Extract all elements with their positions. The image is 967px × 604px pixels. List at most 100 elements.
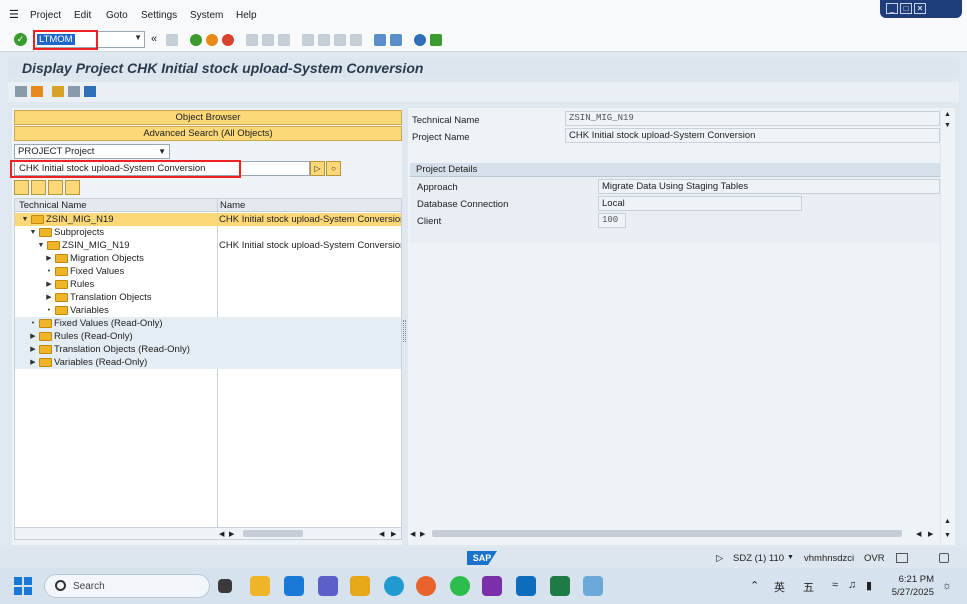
scroll-down-icon[interactable]: ▼ xyxy=(944,122,951,129)
column-name[interactable]: Name xyxy=(220,200,245,211)
sap-gui-icon[interactable] xyxy=(350,576,370,596)
chevron-down-icon[interactable]: ▼ xyxy=(158,145,166,158)
clock[interactable]: 6:21 PM 5/27/2025 xyxy=(888,573,934,599)
search-options-icon[interactable]: ○ xyxy=(326,161,341,176)
windows-start-icon[interactable] xyxy=(14,577,32,595)
scroll-left-icon[interactable]: ◀ xyxy=(410,530,415,538)
exit-icon[interactable] xyxy=(206,34,218,46)
wifi-icon[interactable]: ≈ xyxy=(832,579,838,591)
restore-icon[interactable]: □ xyxy=(900,3,912,14)
find-icon[interactable] xyxy=(262,34,274,46)
ime-mode[interactable]: 五 xyxy=(803,579,814,595)
scroll-left-icon[interactable]: ◀ xyxy=(379,530,384,538)
chevron-down-icon[interactable]: ▼ xyxy=(37,239,45,252)
hierarchy-icon[interactable] xyxy=(48,180,63,195)
search-icon[interactable]: ▷ xyxy=(310,161,325,176)
scroll-thumb[interactable] xyxy=(243,530,303,537)
project-name-field[interactable]: CHK Initial stock upload-System Conversi… xyxy=(565,128,940,143)
app-icon[interactable] xyxy=(416,576,436,596)
table-icon[interactable] xyxy=(68,86,80,97)
taskbar-search[interactable]: Search xyxy=(44,574,210,598)
tree-row-rules[interactable]: ▶ Rules xyxy=(15,278,401,291)
menu-help[interactable]: Help xyxy=(236,10,257,21)
expand-all-icon[interactable] xyxy=(14,180,29,195)
collapse-all-icon[interactable] xyxy=(31,180,46,195)
tree-row-fixed-values-ro[interactable]: • Fixed Values (Read-Only) xyxy=(15,317,401,330)
volume-icon[interactable]: ♫ xyxy=(848,579,856,591)
battery-icon[interactable]: ▮ xyxy=(866,579,872,592)
vertical-scrollbar[interactable]: ▲ ▼ ▲ ▼ xyxy=(941,108,955,545)
scroll-thumb[interactable] xyxy=(432,530,902,537)
info-icon[interactable] xyxy=(84,86,96,97)
input-mode[interactable]: OVR xyxy=(864,553,885,564)
customize-layout-icon[interactable] xyxy=(430,34,442,46)
ime-indicator[interactable]: 英 xyxy=(774,579,785,595)
object-browser-button[interactable]: Object Browser xyxy=(14,110,402,125)
enter-icon[interactable]: ✓ xyxy=(14,33,27,46)
change-display-icon[interactable] xyxy=(15,86,27,97)
column-technical-name[interactable]: Technical Name xyxy=(19,200,87,211)
close-icon[interactable]: ✕ xyxy=(914,3,926,14)
help-icon[interactable] xyxy=(414,34,426,46)
tree-row-variables[interactable]: • Variables xyxy=(15,304,401,317)
chevron-right-icon[interactable]: ▶ xyxy=(29,330,37,343)
tree-row-rules-ro[interactable]: ▶ Rules (Read-Only) xyxy=(15,330,401,343)
tree-row-translation-objects-ro[interactable]: ▶ Translation Objects (Read-Only) xyxy=(15,343,401,356)
notification-icon[interactable]: ☼ xyxy=(942,580,952,592)
layout-icon[interactable] xyxy=(896,553,908,563)
details-horizontal-scrollbar[interactable]: ◀ ▶ ◀ ▶ xyxy=(408,528,940,540)
scroll-left-icon[interactable]: ◀ xyxy=(219,530,224,538)
back-icon[interactable] xyxy=(190,34,202,46)
scroll-right-icon[interactable]: ▶ xyxy=(420,530,425,538)
wechat-icon[interactable] xyxy=(450,576,470,596)
excel-icon[interactable] xyxy=(550,576,570,596)
menu-edit[interactable]: Edit xyxy=(74,10,91,21)
scroll-down-icon[interactable]: ▼ xyxy=(944,532,951,539)
tree-row-variables-ro[interactable]: ▶ Variables (Read-Only) xyxy=(15,356,401,369)
system-info[interactable]: SDZ (1) 110 xyxy=(733,553,784,564)
approach-field[interactable]: Migrate Data Using Staging Tables xyxy=(598,179,940,194)
outlook-icon[interactable] xyxy=(516,576,536,596)
find-next-icon[interactable] xyxy=(278,34,290,46)
menu-icon[interactable]: ☰ xyxy=(9,8,19,21)
db-connection-field[interactable]: Local xyxy=(598,196,802,211)
tree-row-project[interactable]: ▼ ZSIN_MIG_N19 CHK Initial stock upload-S… xyxy=(15,213,401,226)
print-icon[interactable] xyxy=(246,34,258,46)
chevron-right-icon[interactable]: ▶ xyxy=(29,356,37,369)
play-icon[interactable]: ▷ xyxy=(716,553,723,564)
menu-project[interactable]: Project xyxy=(30,10,61,21)
shortcut-icon[interactable] xyxy=(390,34,402,46)
scroll-right-icon[interactable]: ▶ xyxy=(229,530,234,538)
scroll-right-icon[interactable]: ▶ xyxy=(391,530,396,538)
chevron-right-icon[interactable]: ▶ xyxy=(45,291,53,304)
chevron-up-icon[interactable]: ⌃ xyxy=(750,579,759,592)
chevron-right-icon[interactable]: ▶ xyxy=(45,252,53,265)
chevron-right-icon[interactable]: ▶ xyxy=(45,278,53,291)
first-page-icon[interactable] xyxy=(302,34,314,46)
onenote-icon[interactable] xyxy=(482,576,502,596)
hierarchy-icon[interactable] xyxy=(52,86,64,97)
menu-system[interactable]: System xyxy=(190,10,223,21)
chevron-down-icon[interactable]: ▼ xyxy=(787,554,794,561)
chevron-down-icon[interactable]: ▼ xyxy=(21,213,29,226)
advanced-search-button[interactable]: Advanced Search (All Objects) xyxy=(14,126,402,141)
save-icon[interactable] xyxy=(166,34,178,46)
edge-icon[interactable] xyxy=(384,576,404,596)
chevron-down-icon[interactable]: ▼ xyxy=(29,226,37,239)
scroll-up-icon[interactable]: ▲ xyxy=(944,111,951,118)
object-type-select[interactable]: PROJECT Project ▼ xyxy=(14,144,170,159)
tree-horizontal-scrollbar[interactable]: ◀ ▶ ◀ ▶ xyxy=(15,527,401,539)
client-field[interactable]: 100 xyxy=(598,213,626,228)
scroll-left-icon[interactable]: ◀ xyxy=(916,530,921,538)
new-session-icon[interactable] xyxy=(374,34,386,46)
lock-icon[interactable] xyxy=(939,553,949,563)
tree-row-migration-objects[interactable]: ▶ Migration Objects xyxy=(15,252,401,265)
menu-settings[interactable]: Settings xyxy=(141,10,177,21)
task-view-icon[interactable] xyxy=(218,579,232,593)
tree-row-subproject[interactable]: ▼ ZSIN_MIG_N19 CHK Initial stock upload-S… xyxy=(15,239,401,252)
chevron-right-icon[interactable]: ▶ xyxy=(29,343,37,356)
scroll-up-icon[interactable]: ▲ xyxy=(944,518,951,525)
app-icon[interactable] xyxy=(284,576,304,596)
file-explorer-icon[interactable] xyxy=(250,576,270,596)
tree-row-fixed-values[interactable]: • Fixed Values xyxy=(15,265,401,278)
